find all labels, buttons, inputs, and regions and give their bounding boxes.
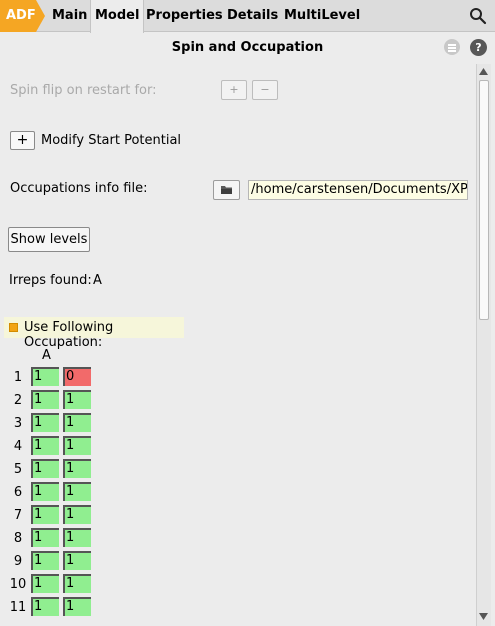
occupation-checkbox[interactable] xyxy=(9,323,18,332)
occupation-alpha-cell[interactable]: 1 xyxy=(31,367,59,386)
occupation-beta-cell[interactable]: 1 xyxy=(63,459,91,478)
occupation-alpha-cell[interactable]: 1 xyxy=(31,505,59,524)
occupation-alpha-cell[interactable]: 1 xyxy=(31,597,59,616)
occupation-beta-cell[interactable]: 1 xyxy=(63,436,91,455)
tab-main[interactable]: Main xyxy=(48,0,91,32)
tab-model[interactable]: Model xyxy=(90,0,145,33)
irreps-found-value: A xyxy=(93,273,102,288)
occupation-alpha-cell[interactable]: 1 xyxy=(31,459,59,478)
occupation-alpha-cell[interactable]: 1 xyxy=(31,390,59,409)
occupation-alpha-cell[interactable]: 1 xyxy=(31,574,59,593)
occupation-alpha-cell[interactable]: 1 xyxy=(31,551,59,570)
occupation-row-number: 11 xyxy=(9,600,27,615)
tab-bar: ADF Main Model Properties Details MultiL… xyxy=(0,0,495,33)
spin-flip-label: Spin flip on restart for: xyxy=(10,83,157,98)
occupation-row-number: 8 xyxy=(13,531,23,546)
occupation-row-number: 10 xyxy=(9,577,27,592)
browse-folder-button[interactable] xyxy=(213,180,240,200)
use-following-occupation-label: Use Following Occupation: xyxy=(24,320,114,350)
occupation-row-number: 2 xyxy=(13,393,23,408)
occupation-beta-cell[interactable]: 1 xyxy=(63,597,91,616)
tab-details[interactable]: Details xyxy=(223,0,282,32)
occupation-row-number: 1 xyxy=(13,370,23,385)
scroll-down-arrow-icon[interactable] xyxy=(478,611,489,622)
modify-start-potential-button[interactable]: + xyxy=(10,131,35,150)
folder-icon xyxy=(221,186,232,194)
show-levels-button[interactable]: Show levels xyxy=(8,227,90,252)
occupation-beta-cell[interactable]: 1 xyxy=(63,505,91,524)
occupation-alpha-cell[interactable]: 1 xyxy=(31,528,59,547)
scroll-up-arrow-icon[interactable] xyxy=(478,66,489,77)
scrollbar-thumb[interactable] xyxy=(479,80,489,320)
occupation-beta-cell[interactable]: 1 xyxy=(63,574,91,593)
occupation-row-number: 3 xyxy=(13,416,23,431)
occupation-beta-cell[interactable]: 1 xyxy=(63,528,91,547)
occupation-alpha-cell[interactable]: 1 xyxy=(31,436,59,455)
irreps-found-label: Irreps found: xyxy=(9,273,92,288)
occupation-row-number: 6 xyxy=(13,485,23,500)
occupation-alpha-cell[interactable]: 1 xyxy=(31,413,59,432)
panel-title: Spin and Occupation xyxy=(171,40,324,55)
help-icon[interactable]: ? xyxy=(470,39,487,56)
occupation-column-header: A xyxy=(42,348,51,363)
tab-properties[interactable]: Properties xyxy=(142,0,227,32)
occupation-row-number: 7 xyxy=(13,508,23,523)
adf-brand-label: ADF xyxy=(6,8,36,23)
occupations-file-input[interactable]: /home/carstensen/Documents/XPS/i xyxy=(248,180,468,200)
occupation-row-number: 9 xyxy=(13,554,23,569)
occupation-row-number: 4 xyxy=(13,439,23,454)
occupation-alpha-cell[interactable]: 1 xyxy=(31,482,59,501)
tab-multilevel[interactable]: MultiLevel xyxy=(280,0,364,32)
occupation-row-number: 5 xyxy=(13,462,23,477)
occupation-beta-cell[interactable]: 1 xyxy=(63,482,91,501)
adf-brand-tab[interactable]: ADF xyxy=(0,0,46,32)
modify-start-potential-label: Modify Start Potential xyxy=(41,133,182,148)
occupations-file-label: Occupations info file: xyxy=(10,181,148,196)
menu-icon[interactable] xyxy=(444,39,460,55)
occupation-beta-cell[interactable]: 0 xyxy=(63,367,91,386)
occupation-beta-cell[interactable]: 1 xyxy=(63,390,91,409)
occupation-beta-cell[interactable]: 1 xyxy=(63,413,91,432)
spin-flip-remove-button[interactable]: − xyxy=(252,80,278,100)
search-icon[interactable] xyxy=(469,7,487,25)
spin-flip-add-button[interactable]: + xyxy=(221,80,247,100)
use-following-occupation-toggle[interactable]: Use Following Occupation: xyxy=(4,317,184,350)
occupation-beta-cell[interactable]: 1 xyxy=(63,551,91,570)
